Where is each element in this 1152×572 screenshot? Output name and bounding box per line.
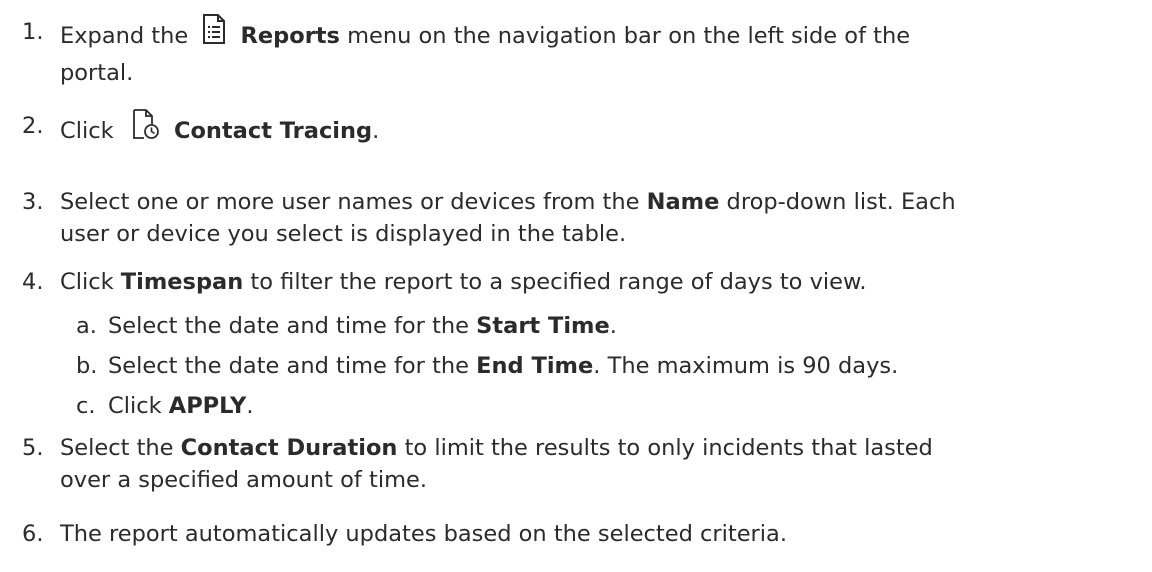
step-text: Select the <box>60 435 174 461</box>
step-number: 4. <box>22 269 44 295</box>
contact-tracing-icon <box>131 107 161 150</box>
step-text: menu on the navigation bar on the left s… <box>347 23 911 49</box>
substep-letter: c. <box>76 393 96 419</box>
step-number: 5. <box>22 435 44 461</box>
step-text: . <box>372 118 380 144</box>
step-text: . <box>609 313 617 339</box>
start-time-label: Start Time <box>476 313 610 339</box>
step-text: . <box>246 393 254 419</box>
contact-duration-label: Contact Duration <box>180 435 398 461</box>
reports-menu-label: Reports <box>240 23 340 49</box>
end-time-label: End Time <box>476 353 594 379</box>
step-text: The report automatically updates based o… <box>60 521 787 547</box>
step-number: 3. <box>22 189 44 215</box>
substep-letter: a. <box>76 313 97 339</box>
report-document-icon <box>201 13 227 54</box>
step-number: 2. <box>22 113 44 139</box>
step-text: Expand the <box>60 23 189 49</box>
name-field-label: Name <box>646 189 720 215</box>
step-text-continued: user or device you select is displayed i… <box>60 221 627 247</box>
substep-letter: b. <box>76 353 98 379</box>
timespan-label: Timespan <box>120 269 244 295</box>
contact-tracing-label: Contact Tracing <box>173 118 373 144</box>
step-number: 1. <box>22 19 44 45</box>
step-text: Select the date and time for the <box>108 313 470 339</box>
step-text: Click <box>60 118 114 144</box>
step-text: to filter the report to a specified rang… <box>250 269 867 295</box>
step-text: Click <box>60 269 114 295</box>
step-text-continued: over a specified amount of time. <box>60 467 427 493</box>
step-text: . The maximum is 90 days. <box>593 353 899 379</box>
step-text: Click <box>108 393 162 419</box>
step-text: Select the date and time for the <box>108 353 470 379</box>
step-text: to limit the results to only incidents t… <box>404 435 933 461</box>
step-text-continued: portal. <box>60 60 134 86</box>
step-text: Select one or more user names or devices… <box>60 189 640 215</box>
step-text: drop-down list. Each <box>726 189 956 215</box>
apply-label: APPLY <box>168 393 247 419</box>
instruction-list: 1. Expand the Reports menu on the naviga… <box>0 0 1152 572</box>
step-number: 6. <box>22 521 44 547</box>
